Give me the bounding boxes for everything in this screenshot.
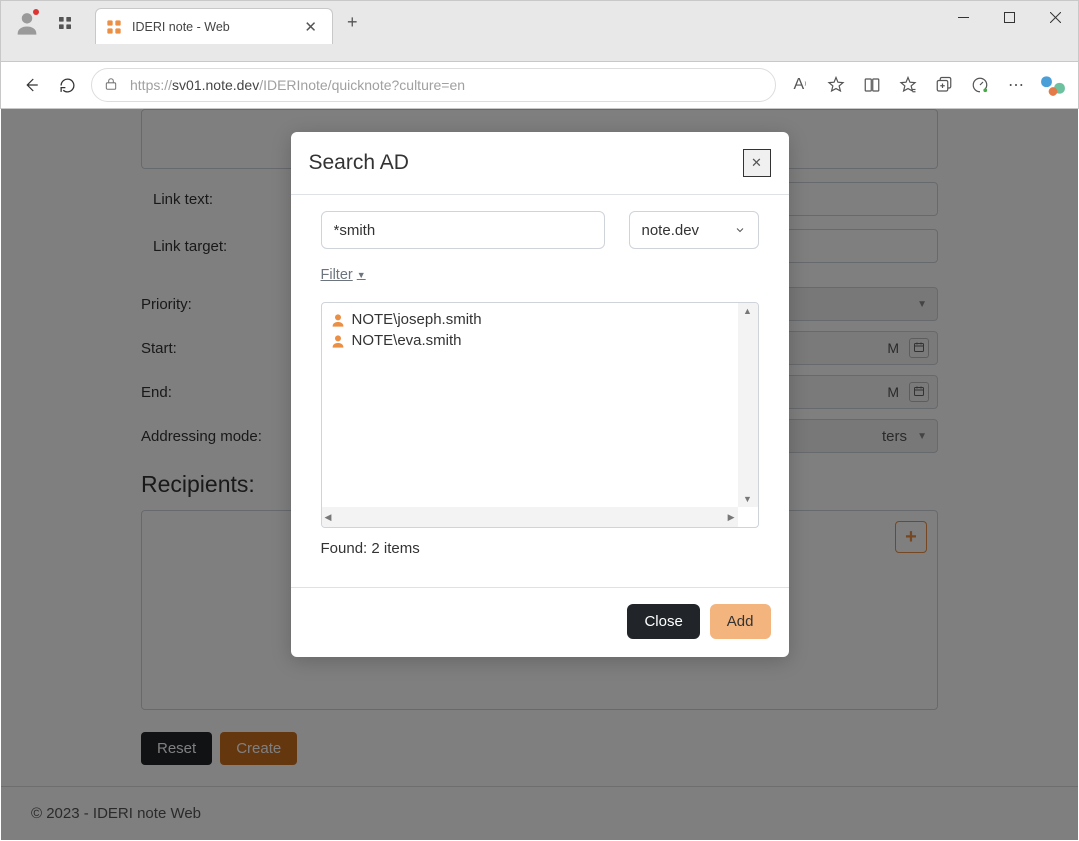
address-bar[interactable]: https://sv01.note.dev/IDERInote/quicknot… bbox=[91, 68, 776, 102]
domain-select-value: note.dev bbox=[642, 222, 700, 239]
favorite-icon[interactable] bbox=[818, 67, 854, 103]
search-input[interactable] bbox=[321, 211, 605, 249]
modal-close-icon[interactable]: ✕ bbox=[743, 149, 771, 177]
search-ad-modal: Search AD ✕ note.dev Filter▼ NOTE\joseph… bbox=[291, 132, 789, 657]
domain-select[interactable]: note.dev bbox=[629, 211, 759, 249]
window-minimize-button[interactable] bbox=[940, 1, 986, 33]
profile-icon[interactable] bbox=[13, 9, 41, 37]
menu-icon[interactable]: ⋯ bbox=[998, 67, 1034, 103]
scroll-right-icon[interactable]: ▶ bbox=[728, 512, 735, 523]
scroll-left-icon[interactable]: ◀ bbox=[325, 512, 332, 523]
performance-icon[interactable] bbox=[962, 67, 998, 103]
user-icon bbox=[330, 312, 346, 328]
browser-titlebar: IDERI note - Web ✕ + bbox=[0, 0, 1079, 62]
modal-overlay[interactable]: Search AD ✕ note.dev Filter▼ NOTE\joseph… bbox=[1, 109, 1078, 840]
url-text: https://sv01.note.dev/IDERInote/quicknot… bbox=[130, 77, 465, 93]
back-button[interactable] bbox=[13, 67, 49, 103]
refresh-button[interactable] bbox=[49, 67, 85, 103]
collections-icon[interactable] bbox=[926, 67, 962, 103]
found-count-text: Found: 2 items bbox=[321, 540, 759, 557]
tab-favicon-icon bbox=[106, 19, 122, 35]
workspaces-icon[interactable] bbox=[53, 11, 77, 35]
user-icon bbox=[330, 333, 346, 349]
filter-toggle[interactable]: Filter▼ bbox=[321, 267, 366, 283]
scroll-up-icon[interactable]: ▲ bbox=[743, 306, 752, 316]
results-listbox: NOTE\joseph.smith NOTE\eva.smith ▲ ▼ ◀ ▶ bbox=[321, 302, 759, 528]
vertical-scrollbar[interactable]: ▲ ▼ bbox=[738, 303, 758, 507]
browser-tab[interactable]: IDERI note - Web ✕ bbox=[95, 8, 333, 44]
result-item[interactable]: NOTE\joseph.smith bbox=[330, 309, 730, 330]
window-close-button[interactable] bbox=[1032, 1, 1078, 33]
favorites-list-icon[interactable] bbox=[890, 67, 926, 103]
tab-title: IDERI note - Web bbox=[132, 20, 299, 34]
site-info-icon[interactable] bbox=[104, 77, 118, 94]
add-button[interactable]: Add bbox=[710, 604, 771, 639]
tab-close-icon[interactable]: ✕ bbox=[299, 16, 322, 38]
close-button[interactable]: Close bbox=[627, 604, 699, 639]
new-tab-button[interactable]: + bbox=[333, 12, 372, 33]
result-item-label: NOTE\eva.smith bbox=[352, 332, 462, 349]
result-item[interactable]: NOTE\eva.smith bbox=[330, 330, 730, 351]
scroll-down-icon[interactable]: ▼ bbox=[743, 494, 752, 504]
horizontal-scrollbar[interactable]: ◀ ▶ bbox=[322, 507, 738, 527]
browser-toolbar: https://sv01.note.dev/IDERInote/quicknot… bbox=[0, 62, 1079, 109]
window-maximize-button[interactable] bbox=[986, 1, 1032, 33]
result-item-label: NOTE\joseph.smith bbox=[352, 311, 482, 328]
read-aloud-icon[interactable]: A⁾ bbox=[782, 67, 818, 103]
split-screen-icon[interactable] bbox=[854, 67, 890, 103]
copilot-icon[interactable] bbox=[1040, 72, 1066, 98]
modal-title: Search AD bbox=[309, 151, 409, 175]
